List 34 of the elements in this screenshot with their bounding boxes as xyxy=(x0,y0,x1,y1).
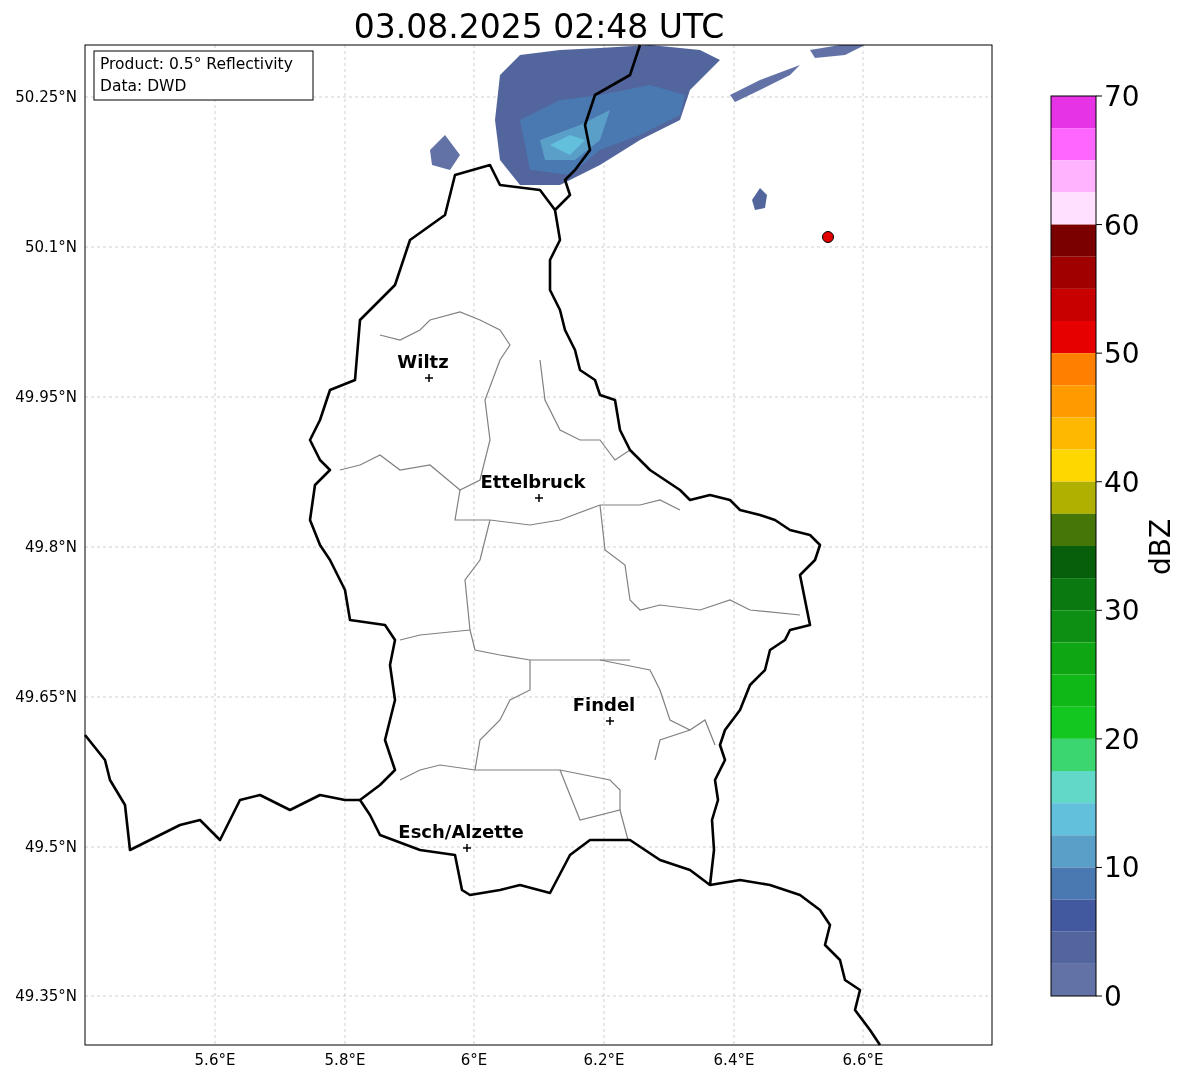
axis-tick-label: 6.6°E xyxy=(842,1051,884,1069)
colorbar-tick-label: 70 xyxy=(1104,80,1140,113)
axis-tick-label: 49.8°N xyxy=(24,538,77,556)
colorbar-tick-label: 0 xyxy=(1104,980,1122,1013)
axis-tick-label: 6.2°E xyxy=(583,1051,625,1069)
axis-tick-label: 49.5°N xyxy=(24,838,77,856)
city-label: Findel xyxy=(572,694,636,715)
city-label: Esch/Alzette xyxy=(398,821,524,842)
colorbar-tick-label: 60 xyxy=(1104,208,1140,242)
axis-tick-label: 50.25°N xyxy=(15,88,77,106)
colorbar-tick-label: 50 xyxy=(1104,337,1140,371)
colorbar-label: dBZ xyxy=(1144,518,1177,576)
axis-tick-label: 5.6°E xyxy=(194,1051,236,1069)
city-label: Wiltz xyxy=(397,351,449,372)
axis-tick-label: 49.95°N xyxy=(15,388,77,406)
axis-tick-label: 6°E xyxy=(460,1051,488,1069)
axis-tick-label: 6.4°E xyxy=(713,1051,755,1069)
info-text: Product: 0.5° Reflectivity xyxy=(100,55,293,73)
city-marker xyxy=(462,843,472,853)
axis-tick-label: 5.8°E xyxy=(324,1051,366,1069)
axis-tick-label: 49.65°N xyxy=(15,688,77,706)
colorbar-tick-label: 40 xyxy=(1104,465,1140,499)
axis-tick-label: 49.35°N xyxy=(15,987,77,1005)
colorbar-tick-label: 10 xyxy=(1104,851,1140,885)
chart-title: 03.08.2025 02:48 UTC xyxy=(353,7,725,46)
axis-tick-label: 50.1°N xyxy=(24,238,77,256)
radar-site-marker xyxy=(822,231,834,243)
city-marker xyxy=(605,716,615,726)
city-label: Ettelbruck xyxy=(480,471,586,492)
info-text: Data: DWD xyxy=(100,77,187,95)
city-marker xyxy=(534,493,544,503)
city-marker xyxy=(424,373,434,383)
colorbar-tick-label: 30 xyxy=(1104,594,1140,628)
colorbar-tick-label: 20 xyxy=(1104,722,1140,756)
